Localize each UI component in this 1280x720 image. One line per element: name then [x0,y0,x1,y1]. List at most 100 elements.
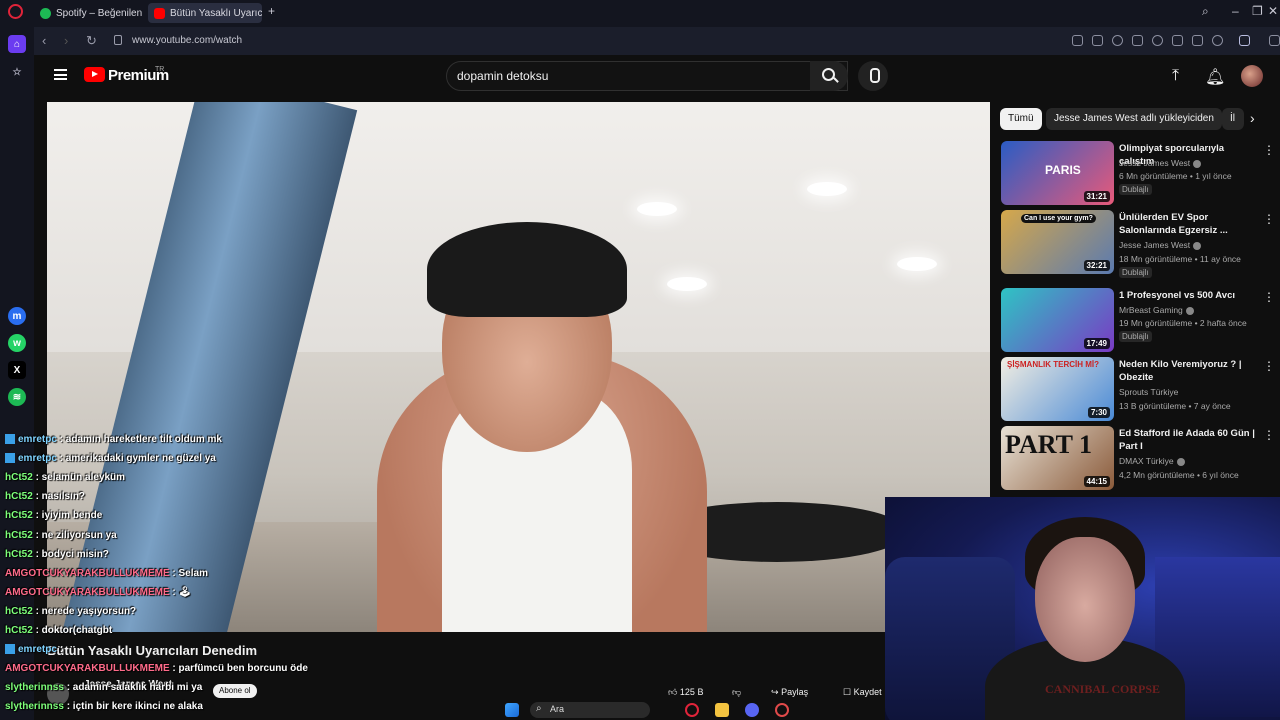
thumbnail[interactable]: Can I use your gym? 32:21 [1001,210,1114,274]
chat-username: hCt52 [5,605,33,617]
opera-taskbar-icon[interactable] [685,703,699,717]
chat-text: : 🕹 [172,586,192,598]
spotify-sidebar-icon[interactable]: ≋ [8,388,26,406]
more-options-icon[interactable]: ⋮ [1263,359,1275,373]
chip-uploader[interactable]: Jesse James West adlı yükleyiciden [1046,108,1222,130]
hamburger-menu-icon[interactable] [54,69,67,80]
folder-icon[interactable] [715,703,729,717]
discord-icon[interactable] [745,703,759,717]
chat-text: : parfümcü ben borcunu öde [172,663,308,675]
video-frame-light [897,257,937,271]
chat-username: emretpc [18,644,57,656]
video-title[interactable]: Ed Stafford ile Adada 60 Gün | Part I [1119,427,1259,453]
search-tabs-icon[interactable]: ⌕ [1202,4,1209,19]
chat-username: hCt52 [5,491,33,503]
save-button[interactable]: ☐ Kaydet [843,684,882,700]
close-window-button[interactable]: ✕ [1268,4,1278,18]
channel-name[interactable]: Sprouts Türkiye [1119,387,1178,397]
thumbnail[interactable]: 17:49 [1001,288,1114,352]
heart-icon[interactable] [1152,35,1163,46]
messenger-icon[interactable]: m [8,307,26,325]
settings-icon[interactable] [775,703,789,717]
edit-icon[interactable] [1072,35,1083,46]
opera-logo-icon[interactable] [8,4,23,19]
tab-youtube[interactable]: Bütün Yasaklı Uyarıcıl [148,3,262,23]
reload-button[interactable]: ↻ [86,33,97,49]
windows-start-icon[interactable] [505,703,519,717]
more-options-icon[interactable]: ⋮ [1263,428,1275,442]
youtube-icon [154,7,165,19]
play-icon[interactable] [1132,35,1143,46]
whatsapp-icon[interactable]: w [8,334,26,352]
recommendation-item[interactable]: PART 1 44:15 Ed Stafford ile Adada 60 Gü… [1001,426,1280,492]
video-title[interactable]: 1 Profesyonel vs 500 Avcı [1119,289,1259,302]
dubbed-badge: Dublajlı [1119,331,1152,342]
channel-name[interactable]: Jesse James West [1119,158,1202,168]
url-field[interactable]: www.youtube.com/watch [132,35,242,46]
thumbnail-text: PARIS [1045,163,1081,177]
taskbar-search[interactable]: ⌕ Ara [530,702,650,718]
maximize-button[interactable]: ❐ [1252,4,1263,18]
like-button[interactable]: 👍︎ 125 B [668,684,703,700]
chat-text: : nerede yaşıyorsun? [35,605,137,617]
voice-search-icon[interactable] [858,61,888,91]
dislike-button[interactable]: 👎︎ [732,684,741,700]
chevron-right-icon[interactable]: › [1250,110,1255,126]
star-icon[interactable]: ☆ [8,63,26,81]
video-meta: 18 Mn görüntüleme • 11 ay önce [1119,254,1241,264]
new-tab-button[interactable]: + [268,4,275,18]
channel-name[interactable]: Jesse James West [1119,240,1202,250]
video-meta: 19 Mn görüntüleme • 2 hafta önce [1119,318,1247,328]
thumbnail[interactable]: PARIS 31:21 [1001,141,1114,205]
thumbnail[interactable]: ŞİŞMANLIK TERCİH Mİ? 7:30 [1001,357,1114,421]
sidebar-toggle-icon[interactable] [1269,35,1280,46]
chip-all[interactable]: Tümü [1000,108,1042,130]
chat-message: hCt52 : bodyci misin? [5,549,109,560]
thumbs-up-icon: 👍︎ [668,687,678,697]
more-options-icon[interactable]: ⋮ [1263,290,1275,304]
upload-icon[interactable]: ⤒ [1172,67,1179,85]
recommendation-item[interactable]: 17:49 1 Profesyonel vs 500 Avcı MrBeast … [1001,288,1280,354]
back-button[interactable]: ‹ [42,33,46,48]
search-button[interactable] [810,61,848,91]
subscribe-button[interactable]: Abone ol [213,684,257,698]
recommendation-item[interactable]: PARIS 31:21 Olimpiyat sporcularıyla çalı… [1001,141,1280,207]
more-options-icon[interactable]: ⋮ [1263,212,1275,226]
thumbnail[interactable]: PART 1 44:15 [1001,426,1114,490]
video-title[interactable]: Neden Kilo Veremiyoruz ? | Obezite [1119,358,1259,384]
share-button[interactable]: ↪ Paylaş [771,684,808,700]
video-title[interactable]: Ünlülerden EV Spor Salonlarında Egzersiz… [1119,211,1259,237]
recommendation-item[interactable]: Can I use your gym? 32:21 Ünlülerden EV … [1001,210,1280,278]
chip-related[interactable]: İl [1222,108,1244,130]
screen: Spotify – Beğenilen Şarkıl Bütün Yasaklı… [0,0,1280,720]
shield-icon[interactable] [1112,35,1123,46]
duration-badge: 31:21 [1083,191,1110,202]
chat-message: hCt52 : ne ziliyorsun ya [5,530,117,541]
chat-text: : içtin bir kere ikinci ne alaka [66,701,203,713]
extension-icon[interactable] [1239,35,1250,46]
channel-name[interactable]: DMAX Türkiye [1119,456,1185,466]
more-options-icon[interactable]: ⋮ [1263,143,1275,157]
tab-spotify[interactable]: Spotify – Beğenilen Şarkıl [34,3,144,23]
menu-icon[interactable] [1192,35,1203,46]
chat-text: : selamün aleyküm [35,472,126,484]
youtube-logo-icon[interactable] [84,67,105,82]
chat-message: hCt52 : nerede yaşıyorsun? [5,606,136,617]
bell-icon[interactable]: 🔔︎ [1205,67,1225,87]
x-icon[interactable]: X [8,361,26,379]
chat-text: : amerikadaki gymler ne güzel ya [59,453,216,465]
avatar[interactable] [1241,65,1263,87]
channel-name[interactable]: MrBeast Gaming [1119,305,1194,315]
minimize-button[interactable]: – [1232,4,1239,18]
chat-badge-icon [5,434,15,445]
forward-button[interactable]: › [64,33,68,48]
taskbar-search-label: Ara [550,704,565,714]
video-player[interactable] [47,102,990,632]
profile-icon[interactable] [1212,35,1223,46]
download-icon[interactable] [1172,35,1183,46]
thumbs-down-icon: 👎︎ [732,687,742,697]
camera-icon[interactable] [1092,35,1103,46]
recommendation-item[interactable]: ŞİŞMANLIK TERCİH Mİ? 7:30 Neden Kilo Ver… [1001,357,1280,423]
search-input[interactable]: dopamin detoksu ✕ [446,61,848,91]
home-icon[interactable]: ⌂ [8,35,26,53]
